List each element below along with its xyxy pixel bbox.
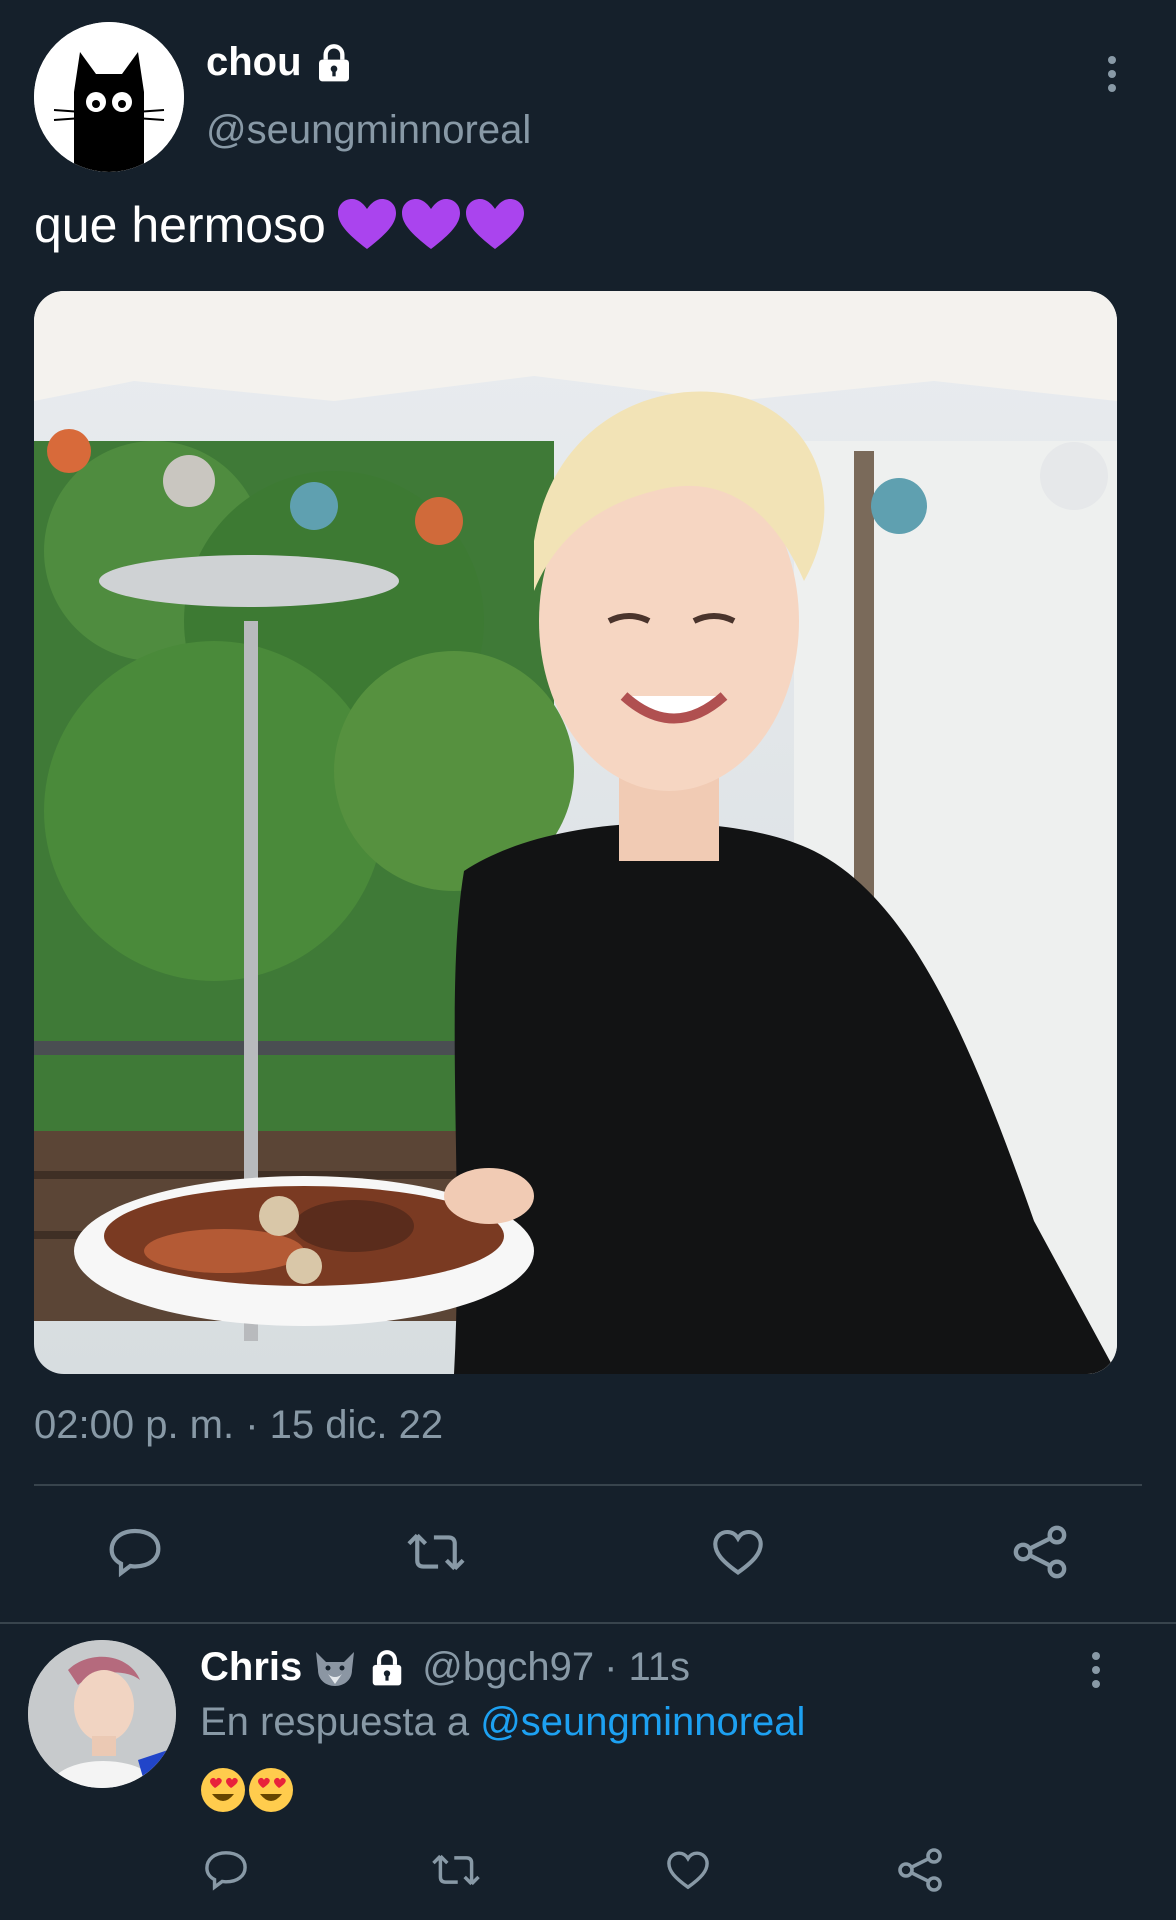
author-name-row[interactable]: chou — [206, 40, 354, 85]
reply-mention-link[interactable]: @seungminnoreal — [480, 1700, 805, 1744]
reply-time[interactable]: · 11s — [604, 1645, 690, 1690]
reply-text — [200, 1766, 296, 1814]
reply-retweet-icon[interactable] — [428, 1846, 484, 1894]
reply-reply-icon[interactable] — [200, 1846, 252, 1894]
reply-author-handle[interactable]: @bgch97 — [422, 1645, 594, 1690]
cat-avatar-icon — [34, 22, 184, 172]
reply-context: En respuesta a @seungminnoreal — [200, 1700, 805, 1745]
tweet-text-content: que hermoso — [34, 197, 326, 253]
section-divider — [0, 1622, 1176, 1624]
divider — [34, 1484, 1142, 1486]
author-name[interactable]: chou — [206, 40, 302, 85]
purple-heart-emoji-row — [337, 199, 524, 249]
wolf-emoji-icon — [316, 1651, 355, 1686]
lock-icon — [373, 1649, 402, 1685]
tweet-text: que hermoso — [34, 196, 526, 254]
reply-icon[interactable] — [100, 1524, 170, 1580]
tweet-media-photo[interactable] — [34, 291, 1117, 1374]
retweet-icon[interactable] — [400, 1524, 472, 1580]
reply-author-name[interactable]: Chris — [200, 1645, 302, 1690]
reply-more-options-icon[interactable] — [1092, 1652, 1104, 1694]
reply-avatar-photo — [28, 1640, 176, 1788]
more-options-icon[interactable] — [1108, 56, 1120, 98]
author-avatar[interactable] — [34, 22, 184, 172]
share-icon[interactable] — [1004, 1524, 1076, 1580]
author-handle[interactable]: @seungminnoreal — [206, 108, 531, 153]
reply-like-icon[interactable] — [662, 1846, 714, 1894]
reply-author-avatar[interactable] — [28, 1640, 176, 1788]
reply-header[interactable]: Chris @bgch97 · 11s — [200, 1645, 690, 1690]
reply-prefix: En respuesta a — [200, 1700, 470, 1744]
heart-eyes-emoji-row — [201, 1768, 293, 1812]
lock-icon — [318, 43, 349, 81]
reply-share-icon[interactable] — [892, 1846, 948, 1894]
like-icon[interactable] — [704, 1524, 772, 1580]
photo-person-with-food — [34, 291, 1117, 1374]
tweet-timestamp[interactable]: 02:00 p. m. · 15 dic. 22 — [34, 1403, 443, 1448]
